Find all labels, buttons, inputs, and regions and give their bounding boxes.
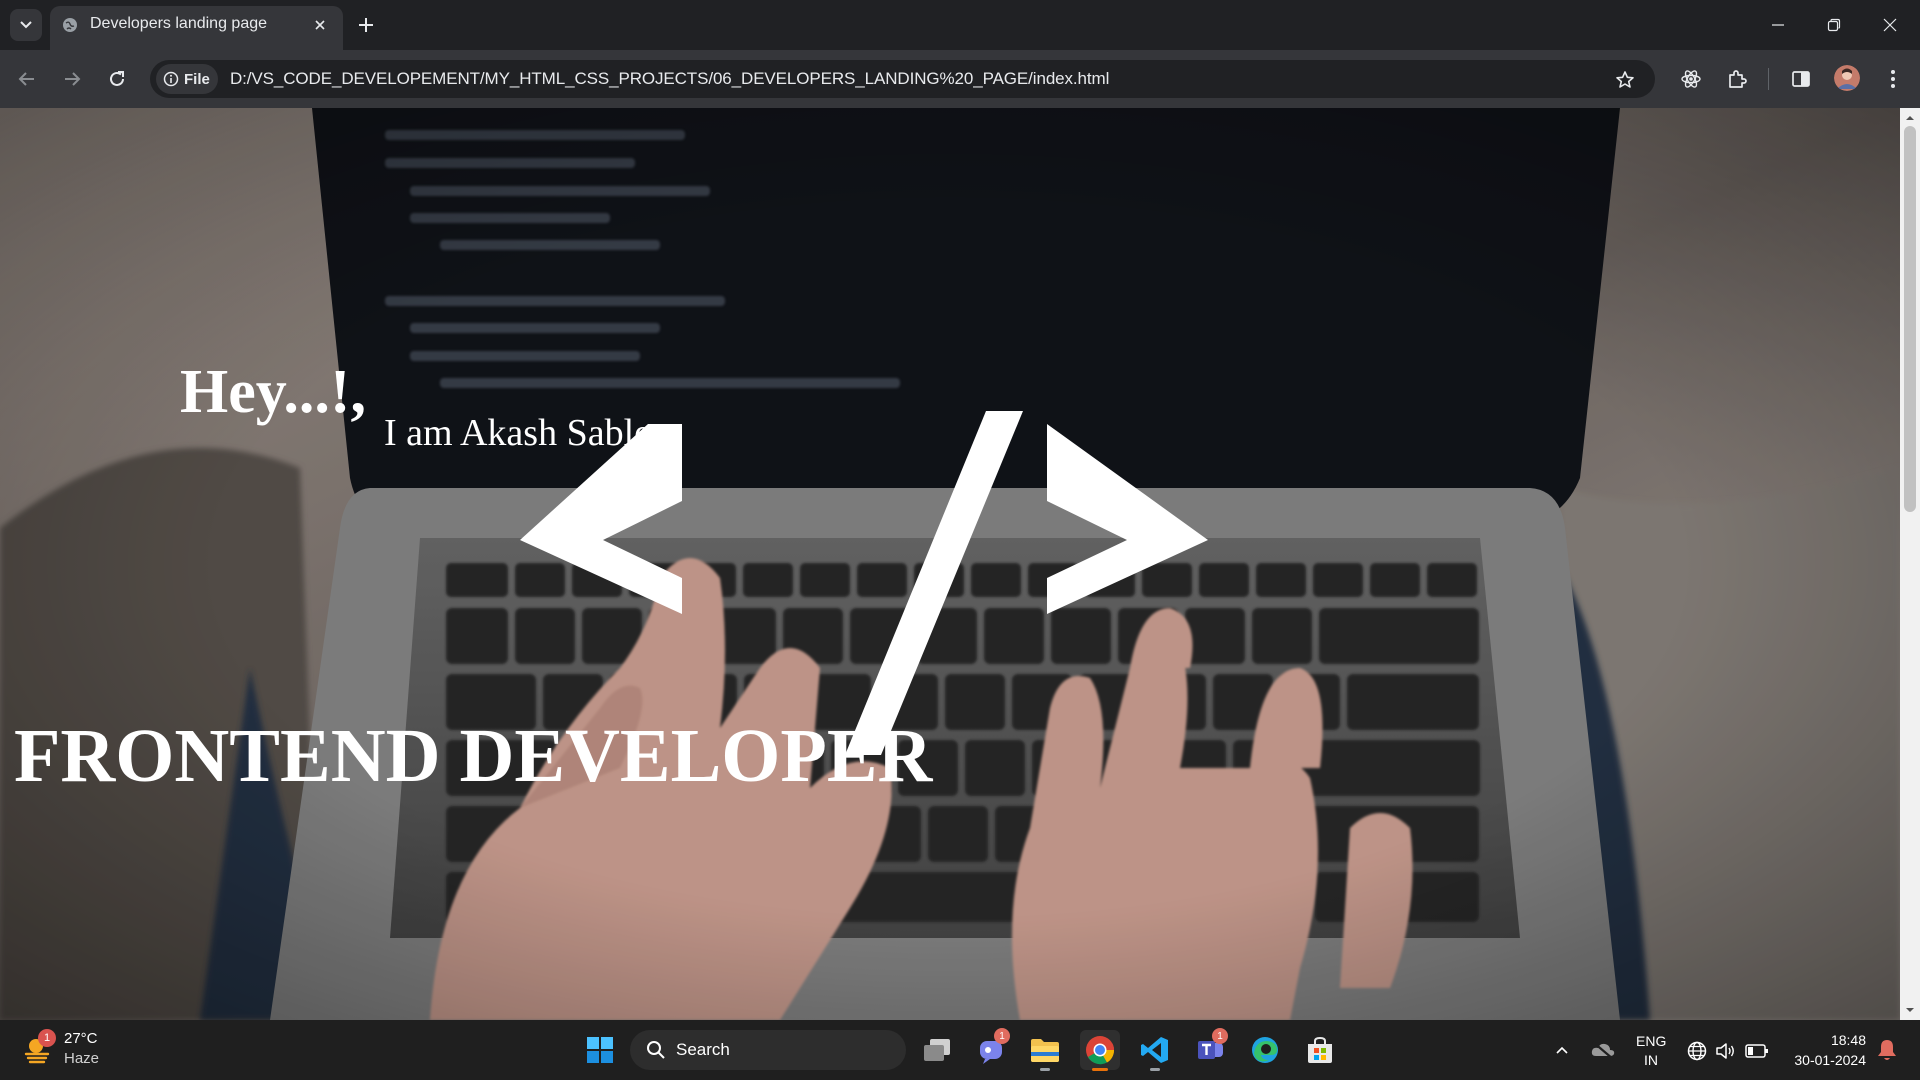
browser-menu-button[interactable] bbox=[1878, 64, 1908, 94]
speaker-icon bbox=[1716, 1043, 1734, 1059]
avatar[interactable] bbox=[1834, 65, 1860, 91]
weather-notification-badge: 1 bbox=[38, 1029, 56, 1047]
puzzle-icon bbox=[1729, 70, 1747, 88]
vscode-app[interactable] bbox=[1135, 1030, 1175, 1071]
chrome-icon bbox=[1086, 1036, 1115, 1065]
toolbar-divider bbox=[1768, 68, 1769, 90]
info-icon bbox=[163, 71, 179, 87]
site-info-label: File bbox=[184, 70, 210, 88]
network-tray-icon[interactable] bbox=[1686, 1040, 1708, 1062]
minimize-icon bbox=[1772, 24, 1784, 26]
microsoft-store-app[interactable] bbox=[1300, 1030, 1340, 1070]
tab-search-button[interactable] bbox=[10, 9, 42, 41]
restore-icon bbox=[1827, 18, 1841, 32]
arrow-left-icon bbox=[18, 72, 34, 86]
taskbar-clock-date[interactable]: 30-01-2024 bbox=[1772, 1051, 1866, 1069]
more-vert-icon bbox=[1891, 70, 1895, 88]
window-restore-button[interactable] bbox=[1806, 0, 1862, 50]
volume-tray-icon[interactable] bbox=[1714, 1040, 1736, 1062]
input-language-code[interactable]: ENG bbox=[1636, 1032, 1666, 1050]
windows-logo-icon bbox=[587, 1037, 613, 1063]
taskbar-search-box[interactable]: Search bbox=[630, 1030, 906, 1070]
edge-app[interactable] bbox=[1245, 1030, 1285, 1070]
edge-icon bbox=[1252, 1037, 1278, 1063]
page-viewport bbox=[0, 108, 1900, 1020]
extensions-button[interactable] bbox=[1722, 64, 1752, 94]
hero-greeting: Hey...!, bbox=[180, 358, 366, 426]
windows-taskbar bbox=[0, 1020, 1920, 1080]
back-button[interactable] bbox=[10, 62, 44, 96]
active-app-indicator bbox=[1092, 1068, 1108, 1071]
reload-button[interactable] bbox=[100, 62, 134, 96]
weather-condition[interactable]: Haze bbox=[64, 1050, 99, 1068]
file-explorer-app[interactable] bbox=[1025, 1030, 1065, 1071]
side-panel-icon bbox=[1792, 71, 1810, 87]
laptop-typing-background-image bbox=[0, 108, 1900, 1020]
taskbar-clock-time[interactable]: 18:48 bbox=[1772, 1031, 1866, 1049]
reload-icon bbox=[110, 71, 124, 86]
close-icon bbox=[315, 20, 325, 30]
globe-icon bbox=[1687, 1041, 1707, 1061]
weather-temperature[interactable]: 27°C bbox=[64, 1030, 98, 1048]
url-text[interactable]: D:/VS_CODE_DEVELOPEMENT/MY_HTML_CSS_PROJ… bbox=[230, 69, 1109, 89]
chevron-down-icon bbox=[20, 21, 32, 29]
running-indicator bbox=[1150, 1068, 1160, 1071]
onedrive-tray-icon[interactable] bbox=[1590, 1040, 1616, 1060]
task-view-button[interactable] bbox=[917, 1030, 957, 1070]
input-language-region[interactable]: IN bbox=[1636, 1051, 1666, 1069]
bookmark-button[interactable] bbox=[1612, 67, 1638, 93]
vscode-icon bbox=[1141, 1037, 1168, 1063]
bell-icon bbox=[1878, 1040, 1896, 1060]
side-panel-button[interactable] bbox=[1786, 64, 1816, 94]
battery-icon bbox=[1745, 1044, 1768, 1058]
window-close-button[interactable] bbox=[1862, 0, 1918, 50]
teams-notification-badge: 1 bbox=[1212, 1028, 1228, 1044]
show-hidden-icons-button[interactable] bbox=[1550, 1040, 1574, 1060]
chevron-up-icon bbox=[1556, 1046, 1568, 1054]
notification-center-button[interactable] bbox=[1876, 1038, 1898, 1062]
store-icon bbox=[1308, 1036, 1332, 1063]
cloud-off-icon bbox=[1591, 1041, 1615, 1060]
chat-notification-badge: 1 bbox=[994, 1028, 1010, 1044]
hero-intro: I am Akash Sable bbox=[384, 412, 652, 454]
react-extension-icon bbox=[1681, 70, 1701, 88]
start-button[interactable] bbox=[580, 1030, 620, 1070]
chrome-app[interactable] bbox=[1080, 1030, 1120, 1071]
scroll-up-arrow-icon[interactable] bbox=[1904, 112, 1916, 124]
scroll-down-arrow-icon[interactable] bbox=[1904, 1004, 1916, 1016]
battery-tray-icon[interactable] bbox=[1744, 1042, 1770, 1060]
taskbar-search-label: Search bbox=[676, 1040, 730, 1059]
folder-icon bbox=[1031, 1039, 1059, 1062]
scrollbar-thumb[interactable] bbox=[1904, 126, 1916, 512]
task-view-icon bbox=[924, 1039, 950, 1061]
forward-button[interactable] bbox=[55, 62, 89, 96]
teams-app[interactable]: 1 bbox=[1190, 1028, 1230, 1070]
tab-close-button[interactable] bbox=[310, 15, 330, 35]
globe-icon bbox=[62, 17, 78, 33]
hero-role-title: FRONTEND DEVELOPER bbox=[14, 714, 933, 798]
running-indicator bbox=[1040, 1068, 1050, 1071]
star-icon bbox=[1616, 71, 1634, 88]
close-icon bbox=[1883, 18, 1897, 32]
chat-app[interactable]: 1 bbox=[972, 1028, 1012, 1070]
plus-icon bbox=[359, 18, 373, 32]
react-devtools-extension[interactable] bbox=[1676, 64, 1706, 94]
new-tab-button[interactable] bbox=[353, 12, 379, 38]
window-minimize-button[interactable] bbox=[1750, 0, 1806, 50]
site-info-chip[interactable]: File bbox=[156, 64, 218, 94]
arrow-right-icon bbox=[65, 72, 81, 86]
search-icon bbox=[647, 1041, 665, 1059]
tab-title: Developers landing page bbox=[90, 15, 268, 32]
